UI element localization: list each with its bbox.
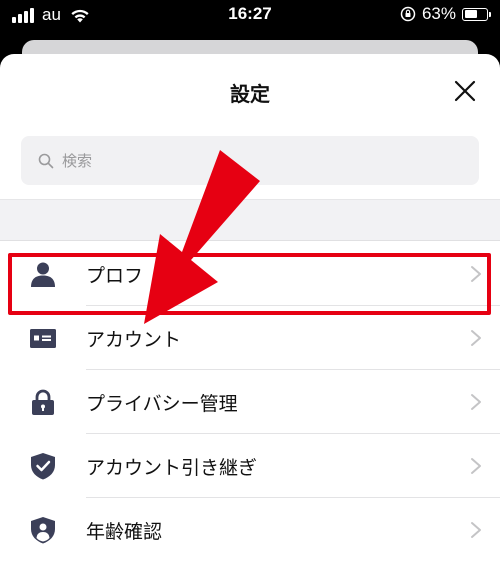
status-bar-right: 63%	[400, 4, 491, 24]
status-bar: au 16:27 63%	[0, 0, 500, 32]
chevron-right-icon	[471, 266, 481, 282]
battery-percent: 63%	[421, 4, 456, 23]
search-icon	[38, 153, 54, 168]
menu-item-profile[interactable]: プロフ	[0, 242, 500, 306]
battery-fill	[464, 10, 478, 18]
menu-item-label: プロフ	[86, 264, 144, 287]
settings-sheet: 設定 プロフ	[0, 54, 500, 562]
shield-person-icon	[31, 517, 55, 544]
id-card-icon	[30, 329, 56, 348]
person-icon	[31, 262, 55, 287]
close-icon[interactable]	[452, 78, 478, 104]
page-title: 設定	[230, 82, 270, 106]
chevron-right-icon	[471, 522, 481, 538]
section-divider	[0, 199, 500, 241]
menu-item-privacy[interactable]: プライバシー管理	[0, 370, 500, 434]
lock-icon	[32, 389, 54, 415]
menu-item-label: アカウント引き継ぎ	[86, 456, 258, 479]
settings-menu: プロフ アカウント プライバシー管理 アカウント引き継ぎ 年齢確認	[0, 242, 500, 562]
chevron-right-icon	[471, 330, 481, 346]
menu-item-account[interactable]: アカウント	[0, 306, 500, 370]
search-bar[interactable]	[21, 136, 479, 185]
menu-item-label: アカウント	[86, 328, 182, 351]
menu-item-account-transfer[interactable]: アカウント引き継ぎ	[0, 434, 500, 498]
menu-item-label: 年齢確認	[86, 520, 163, 543]
rotation-lock-icon	[400, 6, 416, 22]
battery-icon	[462, 7, 491, 21]
chevron-right-icon	[471, 458, 481, 474]
menu-item-label: プライバシー管理	[86, 392, 238, 415]
shield-check-icon	[31, 453, 55, 480]
search-input[interactable]	[62, 151, 442, 170]
menu-item-age-verification[interactable]: 年齢確認	[0, 498, 500, 562]
chevron-right-icon	[471, 394, 481, 410]
